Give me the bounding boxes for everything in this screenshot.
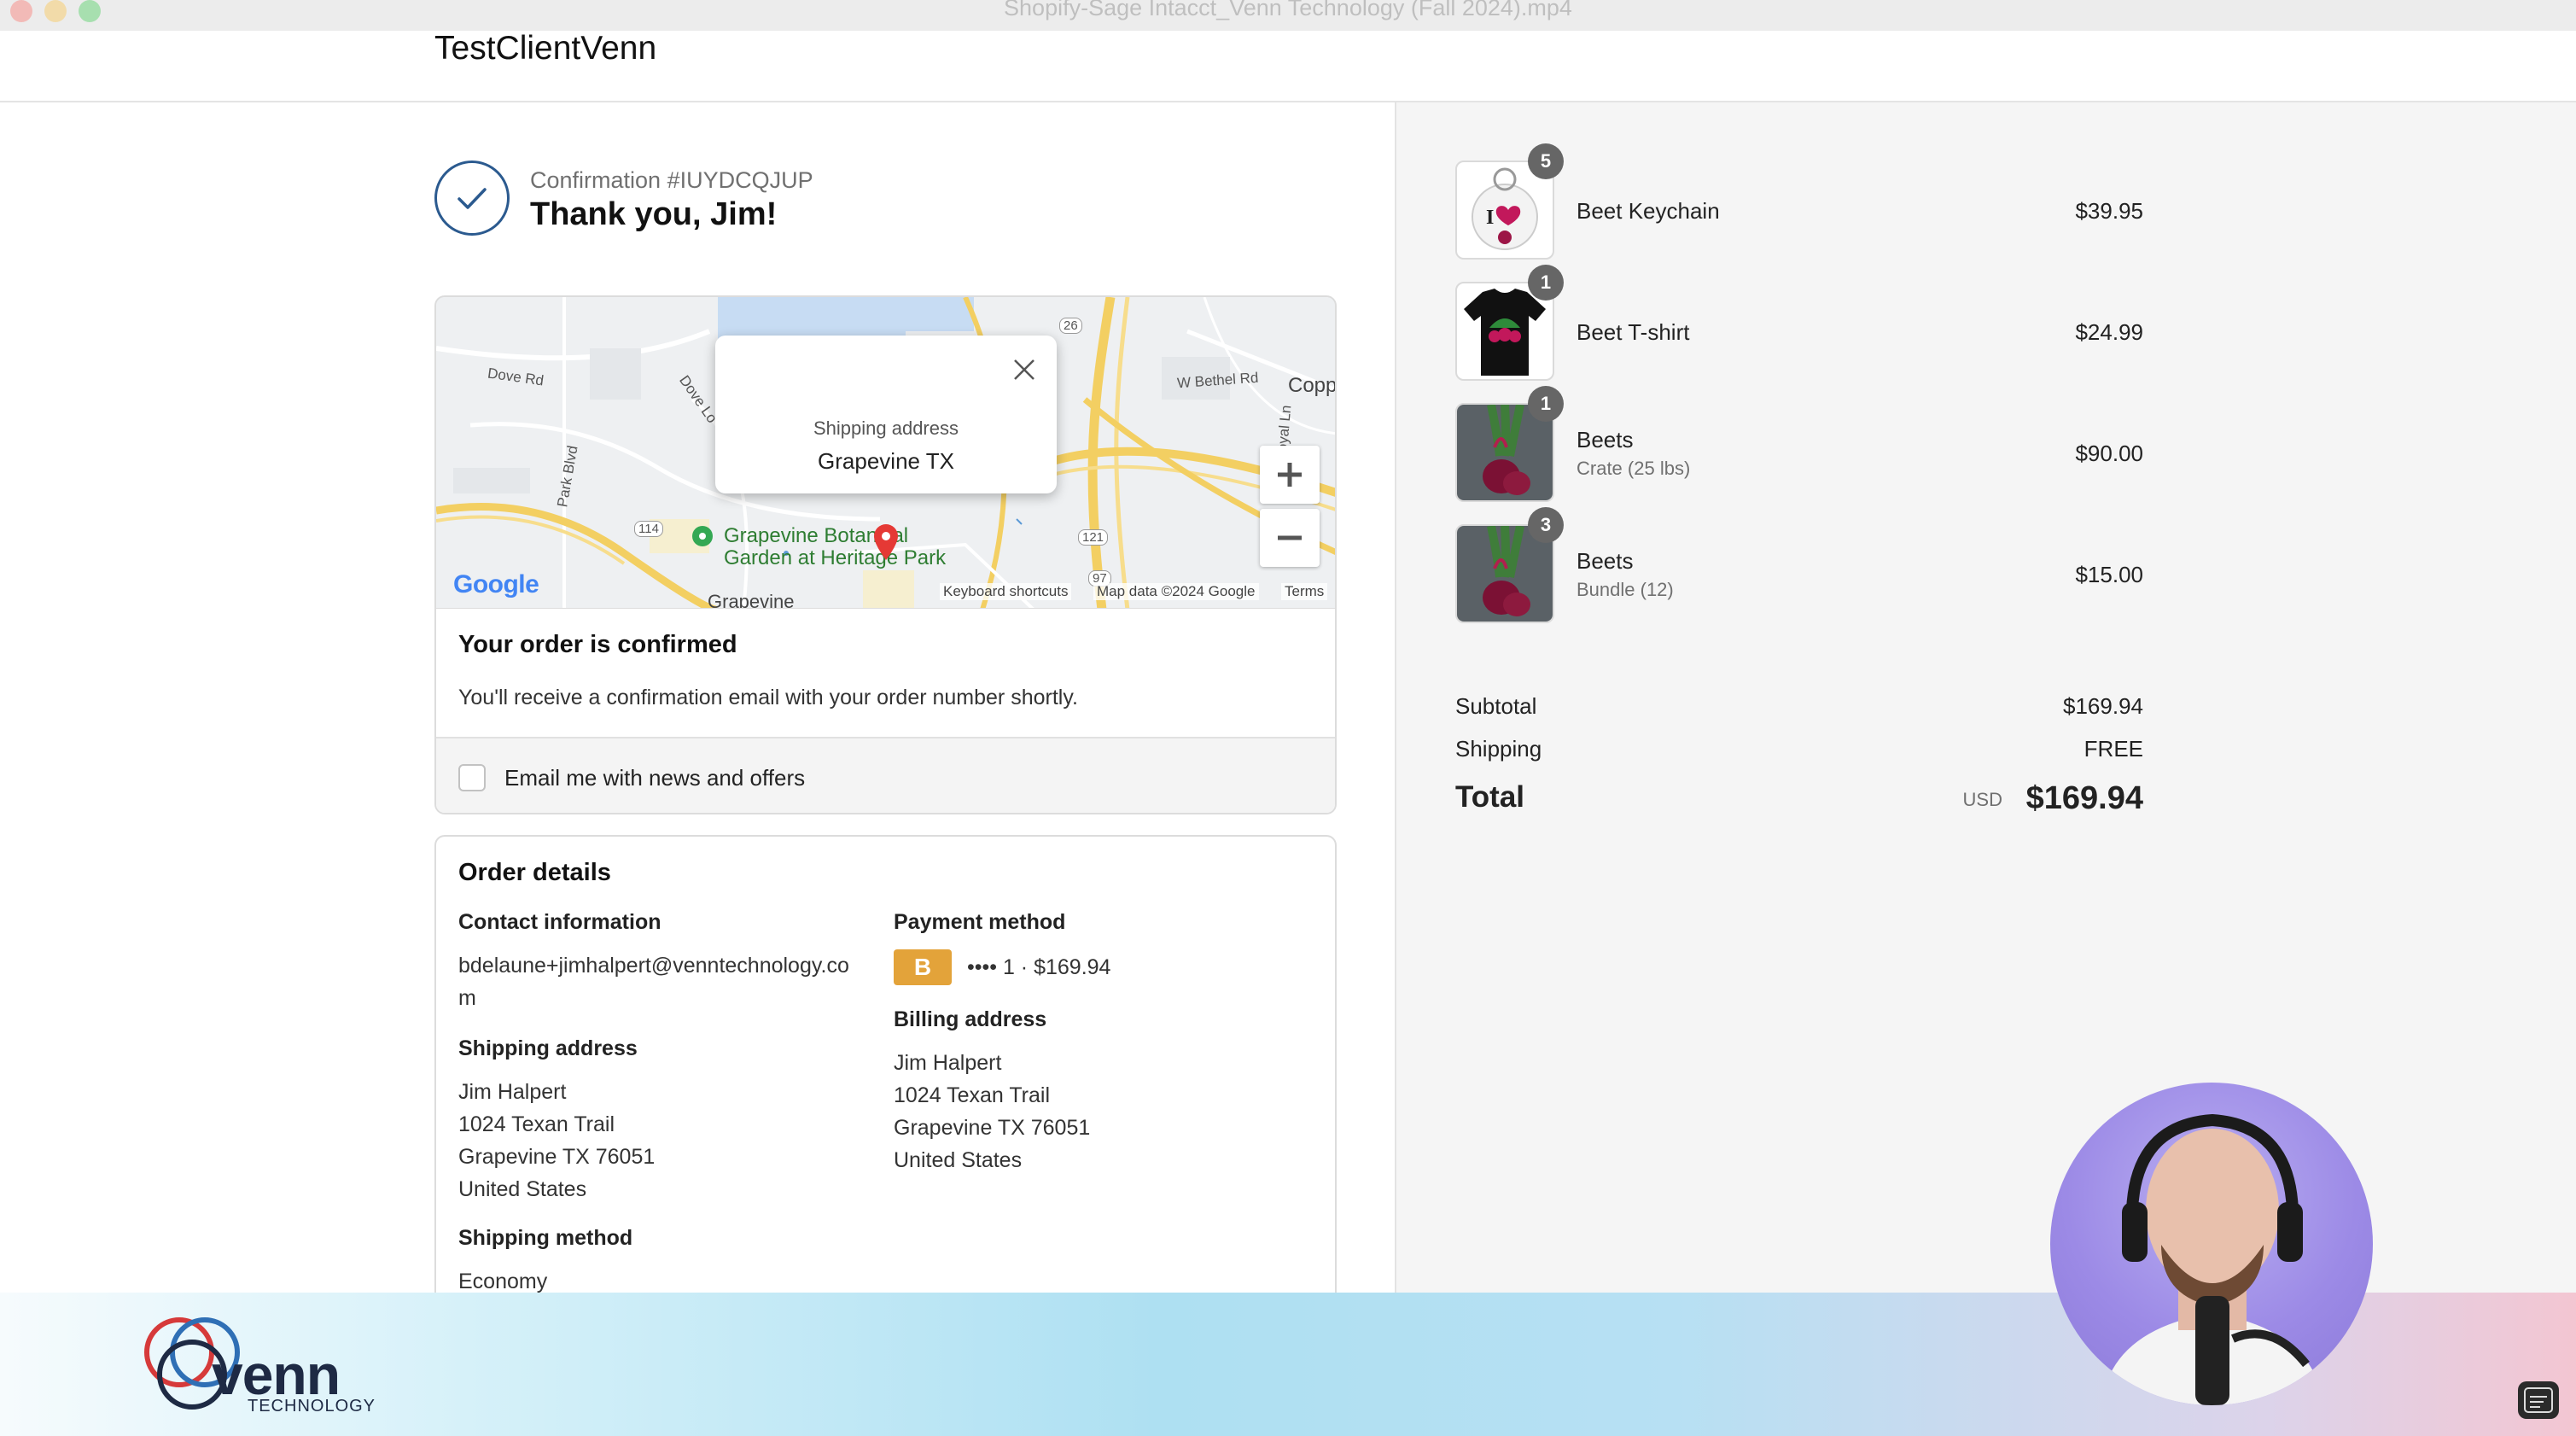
keyboard-shortcuts-link[interactable]: Keyboard shortcuts (940, 583, 1072, 600)
map-label-grapevine: Grapevine (708, 591, 795, 608)
minus-icon (1278, 535, 1302, 540)
map-shield-121: 121 (1078, 529, 1109, 546)
map-data-attribution: Map data ©2024 Google (1093, 583, 1259, 600)
window-title: Shopify-Sage Intacct_Venn Technology (Fa… (1004, 0, 1572, 20)
billing-address-line: Grapevine TX 76051 (894, 1116, 1091, 1140)
close-popup-icon[interactable] (1011, 356, 1038, 383)
contact-email-line-2: m (458, 986, 476, 1010)
shipping-address-line: United States (458, 1177, 587, 1201)
shipping-row: Shipping FREE (1455, 736, 2143, 762)
shipping-address-line: Grapevine TX 76051 (458, 1145, 656, 1169)
plus-icon (1278, 463, 1302, 487)
svg-text:I: I (1486, 207, 1494, 229)
billing-address-line: Jim Halpert (894, 1051, 1002, 1075)
shipping-label: Shipping (1455, 736, 1542, 762)
total-label: Total (1455, 780, 1525, 814)
billing-address-line: United States (894, 1148, 1023, 1172)
item-variant: Crate (25 lbs) (1576, 458, 1691, 479)
map-pin-icon[interactable] (871, 522, 901, 562)
popup-label: Shipping address (813, 417, 959, 439)
shipping-map[interactable]: Dove Rd Dove Lo Park Blvd W Bethel Rd Ro… (434, 295, 1337, 608)
shipping-address-heading: Shipping address (458, 1036, 638, 1060)
news-offers-row[interactable]: Email me with news and offers (436, 737, 1335, 813)
item-quantity-badge: 3 (1528, 507, 1564, 543)
subtotal-value: $169.94 (2063, 693, 2143, 719)
shipping-address-line: Jim Halpert (458, 1080, 567, 1104)
order-details-heading: Order details (458, 859, 611, 886)
payment-details: •••• 1 · $169.94 (967, 955, 1111, 979)
confirmation-number: Confirmation #IUYDCQJUP (530, 167, 813, 193)
item-quantity-badge: 1 (1528, 265, 1564, 301)
total-row: Total USD $169.94 (1455, 780, 2143, 816)
popup-value: Grapevine TX (818, 448, 954, 474)
order-confirmed-card: Your order is confirmed You'll receive a… (434, 608, 1337, 814)
map-shield-114: 114 (634, 521, 663, 537)
map-label-copp: Copp (1288, 374, 1337, 397)
billing-address-heading: Billing address (894, 1007, 1047, 1031)
item-name: Beets (1576, 548, 1634, 574)
contact-information-heading: Contact information (458, 910, 661, 934)
store-header: TestClientVenn (0, 31, 2576, 102)
billing-address: Jim Halpert 1024 Texan Trail Grapevine T… (894, 1047, 1090, 1176)
order-confirmed-message: You'll receive a confirmation email with… (458, 686, 1078, 709)
contact-email: bdelaune+jimhalpert@venntechnology.co m (458, 949, 849, 1014)
total-currency: USD (1962, 789, 2002, 810)
garden-marker-icon[interactable] (691, 524, 714, 552)
item-price: $90.00 (2075, 441, 2143, 466)
item-variant: Bundle (12) (1576, 579, 1674, 600)
item-name: Beet Keychain (1576, 198, 1720, 224)
zoom-in-button[interactable] (1260, 446, 1320, 504)
zoom-out-button[interactable] (1260, 509, 1320, 567)
total-value: $169.94 (2025, 780, 2143, 816)
item-quantity-badge: 1 (1528, 386, 1564, 422)
shipping-value: FREE (2084, 736, 2143, 762)
captions-glyph-icon (2524, 1387, 2553, 1413)
presenter-video-icon (2101, 1113, 2323, 1405)
map-label-garden-2: Garden at Heritage Park (724, 546, 947, 569)
shipping-address: Jim Halpert 1024 Texan Trail Grapevine T… (458, 1076, 655, 1205)
thank-you-heading: Thank you, Jim! (530, 196, 778, 232)
shipping-address-popup: Shipping address Grapevine TX (715, 336, 1057, 493)
subtotal-row: Subtotal $169.94 (1455, 693, 2143, 720)
google-logo-text: Google (453, 570, 539, 598)
payment-brand-badge: B (894, 949, 952, 985)
presenter-webcam (2050, 1083, 2373, 1405)
billing-address-line: 1024 Texan Trail (894, 1083, 1050, 1107)
shipping-method-heading: Shipping method (458, 1226, 633, 1250)
item-name: Beets (1576, 427, 1634, 452)
order-details-card: Order details Contact information bdelau… (434, 835, 1337, 1313)
item-price: $39.95 (2075, 198, 2143, 224)
captions-icon[interactable] (2518, 1381, 2559, 1419)
order-confirmed-heading: Your order is confirmed (458, 631, 737, 658)
shipping-address-line: 1024 Texan Trail (458, 1112, 615, 1136)
item-quantity-badge: 5 (1528, 143, 1564, 179)
venn-logo-subtext: TECHNOLOGY (248, 1397, 376, 1416)
store-name[interactable]: TestClientVenn (434, 31, 656, 67)
item-price: $24.99 (2075, 319, 2143, 345)
subtotal-label: Subtotal (1455, 693, 1537, 719)
map-shield-26: 26 (1059, 318, 1082, 334)
item-price: $15.00 (2075, 562, 2143, 587)
google-logo: Google (453, 570, 539, 599)
news-offers-label[interactable]: Email me with news and offers (504, 765, 805, 791)
check-circle-icon (434, 161, 510, 236)
payment-method-heading: Payment method (894, 910, 1066, 934)
terms-link[interactable]: Terms (1281, 583, 1328, 600)
contact-email-line-1: bdelaune+jimhalpert@venntechnology.co (458, 954, 849, 978)
item-name: Beet T-shirt (1576, 319, 1690, 345)
window-titlebar: Shopify-Sage Intacct_Venn Technology (Fa… (0, 0, 2576, 31)
news-offers-checkbox[interactable] (458, 764, 486, 791)
